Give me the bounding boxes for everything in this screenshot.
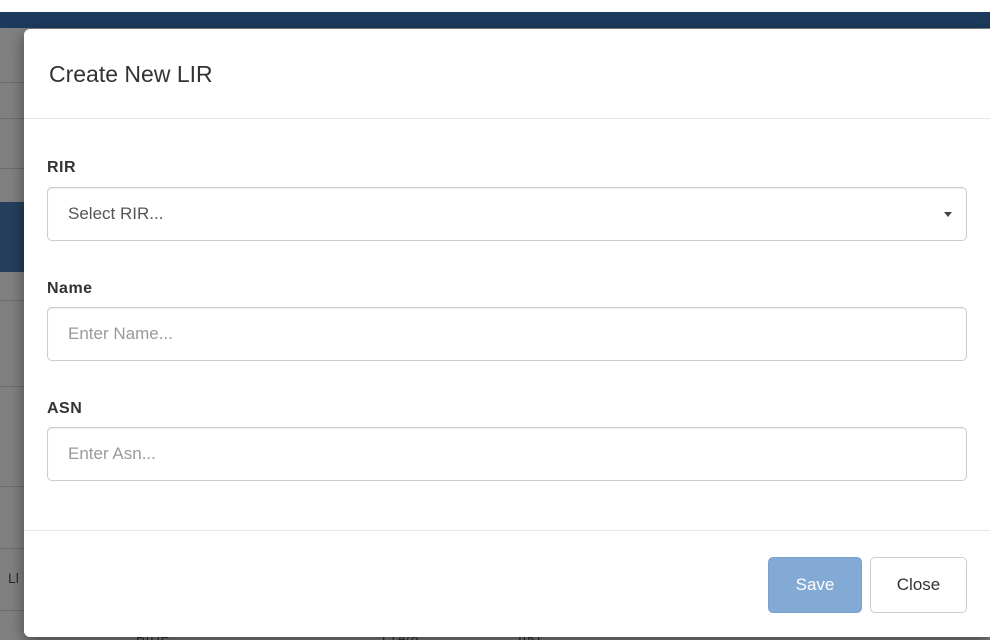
caret-down-icon <box>944 211 952 217</box>
background-row-divider <box>0 386 24 387</box>
rir-select[interactable]: Select RIR... <box>47 187 967 241</box>
modal-header: Create New LIR <box>24 29 990 119</box>
background-selected-row <box>0 202 24 272</box>
background-row-divider <box>0 118 24 119</box>
background-row-divider <box>0 168 24 169</box>
background-table-text: Ll <box>8 570 19 586</box>
background-top-strip <box>0 0 990 12</box>
modal-footer: Save Close <box>24 531 990 636</box>
modal-body: RIR Select RIR... Name ASN <box>24 119 990 531</box>
create-lir-modal: Create New LIR RIR Select RIR... Name AS… <box>24 29 990 637</box>
rir-select-value: Select RIR... <box>68 204 164 223</box>
save-button[interactable]: Save <box>768 557 862 613</box>
background-row-divider <box>0 610 24 611</box>
modal-title: Create New LIR <box>49 61 213 87</box>
background-row-divider <box>0 300 24 301</box>
rir-label: RIR <box>47 159 77 176</box>
background-row-divider <box>0 486 24 487</box>
close-button[interactable]: Close <box>870 557 967 613</box>
name-input[interactable] <box>47 307 967 361</box>
page: Ll BIDE LT4/8 IIKI Create New LIR RIR Se… <box>0 0 990 640</box>
background-row-divider <box>0 548 24 549</box>
background-row-divider <box>0 82 24 83</box>
asn-label: ASN <box>47 400 83 417</box>
asn-input[interactable] <box>47 427 967 481</box>
name-label: Name <box>47 280 93 297</box>
